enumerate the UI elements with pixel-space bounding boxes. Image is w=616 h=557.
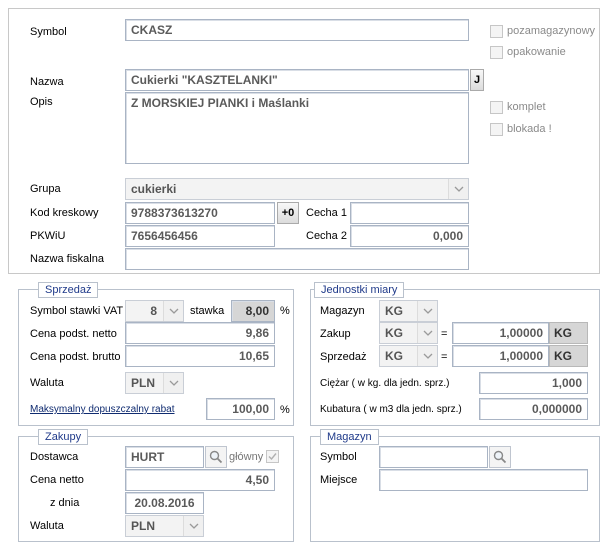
- grupa-select[interactable]: cukierki: [125, 178, 469, 200]
- waluta-select[interactable]: PLN: [125, 372, 184, 394]
- search-icon[interactable]: [205, 446, 227, 468]
- grupa-value: cukierki: [131, 182, 177, 196]
- waluta-label: Waluta: [30, 377, 64, 389]
- opis-textarea[interactable]: Z MORSKIEJ PIANKI i Maślanki: [125, 92, 469, 164]
- opakowanie-checkbox[interactable]: [490, 46, 503, 59]
- miejsce-label: Miejsce: [320, 474, 358, 486]
- grupa-label: Grupa: [30, 183, 61, 195]
- chevron-down-icon[interactable]: [163, 301, 183, 321]
- zakup-waluta-select[interactable]: PLN: [125, 515, 204, 537]
- sprzedaz-equals: =: [441, 351, 448, 363]
- sprzedaz-unit-label: Sprzedaż: [320, 351, 367, 363]
- nazwa-button[interactable]: J: [470, 69, 484, 91]
- chevron-down-icon[interactable]: [417, 323, 437, 343]
- vat-value: 8: [150, 304, 157, 318]
- netto-label: Cena podst. netto: [30, 328, 117, 340]
- netto-field[interactable]: 9,86: [125, 322, 275, 344]
- opis-label: Opis: [30, 96, 53, 108]
- magazyn-unit-select[interactable]: KG: [379, 300, 438, 322]
- kod-plus-button[interactable]: +0: [277, 202, 299, 224]
- magazyn-symbol-field[interactable]: [379, 446, 488, 468]
- komplet-checkbox[interactable]: [490, 101, 503, 114]
- magazyn-title: Magazyn: [320, 429, 379, 445]
- waluta-value: PLN: [131, 376, 155, 390]
- zakupy-title: Zakupy: [38, 429, 89, 445]
- rabat-label-link[interactable]: Maksymalny dopuszczalny rabat: [30, 403, 175, 417]
- kod-field[interactable]: 9788373613270: [125, 202, 275, 224]
- blokada-label: blokada !: [507, 123, 552, 135]
- stawka-field: 8,00: [231, 300, 275, 322]
- stawka-percent: %: [280, 305, 290, 317]
- kubatura-field[interactable]: 0,000000: [479, 398, 588, 420]
- sprzedaz-title: Sprzedaż: [38, 282, 99, 298]
- symbol-label: Symbol: [30, 26, 67, 38]
- chevron-down-icon[interactable]: [417, 346, 437, 366]
- magazyn-unit-label: Magazyn: [320, 305, 365, 317]
- fiskalna-label: Nazwa fiskalna: [30, 253, 104, 265]
- magazyn-unit-value: KG: [385, 304, 403, 318]
- data-field[interactable]: 20.08.2016: [125, 492, 204, 514]
- dostawca-label: Dostawca: [30, 451, 79, 463]
- cecha1-field[interactable]: [350, 202, 469, 224]
- jednostki-title: Jednostki miary: [314, 282, 405, 298]
- komplet-label: komplet: [507, 101, 546, 113]
- zakup-ratio-field[interactable]: 1,00000: [452, 322, 549, 344]
- zakup-cena-field[interactable]: 4,50: [125, 469, 275, 491]
- sprzedaz-base-unit: KG: [549, 345, 588, 367]
- zakup-unit-label: Zakup: [320, 328, 351, 340]
- cecha1-label: Cecha 1: [306, 207, 347, 219]
- chevron-down-icon[interactable]: [448, 179, 468, 199]
- kod-label: Kod kreskowy: [30, 207, 99, 219]
- cecha2-field[interactable]: 0,000: [350, 225, 469, 247]
- zakup-waluta-value: PLN: [131, 519, 155, 533]
- magazyn-symbol-label: Symbol: [320, 451, 357, 463]
- brutto-label: Cena podst. brutto: [30, 351, 121, 363]
- blokada-checkbox[interactable]: [490, 123, 503, 136]
- dostawca-field[interactable]: HURT: [125, 446, 204, 468]
- pozamagazynowy-label: pozamagazynowy: [507, 25, 596, 37]
- zakup-unit-select[interactable]: KG: [379, 322, 438, 344]
- sprzedaz-unit-value: KG: [385, 349, 403, 363]
- rabat-field[interactable]: 100,00: [206, 398, 275, 420]
- pozamagazynowy-checkbox[interactable]: [490, 25, 503, 38]
- nazwa-field[interactable]: Cukierki "KASZTELANKI": [125, 69, 469, 91]
- symbol-field[interactable]: CKASZ: [125, 19, 469, 41]
- glowny-checkbox[interactable]: [266, 450, 279, 463]
- rabat-percent: %: [280, 404, 290, 416]
- vat-label: Symbol stawki VAT: [30, 305, 124, 317]
- zakup-waluta-label: Waluta: [30, 520, 64, 532]
- kubatura-label: Kubatura ( w m3 dla jedn. sprz.): [320, 404, 462, 415]
- vat-select[interactable]: 8: [125, 300, 184, 322]
- zakup-cena-label: Cena netto: [30, 474, 84, 486]
- nazwa-label: Nazwa: [30, 76, 64, 88]
- opakowanie-label: opakowanie: [507, 46, 566, 58]
- pkwiu-label: PKWiU: [30, 230, 66, 242]
- chevron-down-icon[interactable]: [417, 301, 437, 321]
- pkwiu-field[interactable]: 7656456456: [125, 225, 275, 247]
- zakup-unit-value: KG: [385, 326, 403, 340]
- sprzedaz-ratio-field[interactable]: 1,00000: [452, 345, 549, 367]
- chevron-down-icon[interactable]: [183, 516, 203, 536]
- zakup-equals: =: [441, 328, 448, 340]
- brutto-field[interactable]: 10,65: [125, 345, 275, 367]
- cecha2-label: Cecha 2: [306, 230, 347, 242]
- ciezar-field[interactable]: 1,000: [479, 372, 588, 394]
- data-label: z dnia: [50, 497, 80, 509]
- ciezar-label: Ciężar ( w kg. dla jedn. sprz.): [320, 378, 450, 389]
- miejsce-field[interactable]: [379, 469, 588, 491]
- glowny-label: główny: [229, 451, 264, 463]
- chevron-down-icon[interactable]: [163, 373, 183, 393]
- stawka-label: stawka: [190, 305, 225, 317]
- search-icon[interactable]: [489, 446, 511, 468]
- sprzedaz-unit-select[interactable]: KG: [379, 345, 438, 367]
- fiskalna-field[interactable]: [125, 248, 469, 270]
- zakup-base-unit: KG: [549, 322, 588, 344]
